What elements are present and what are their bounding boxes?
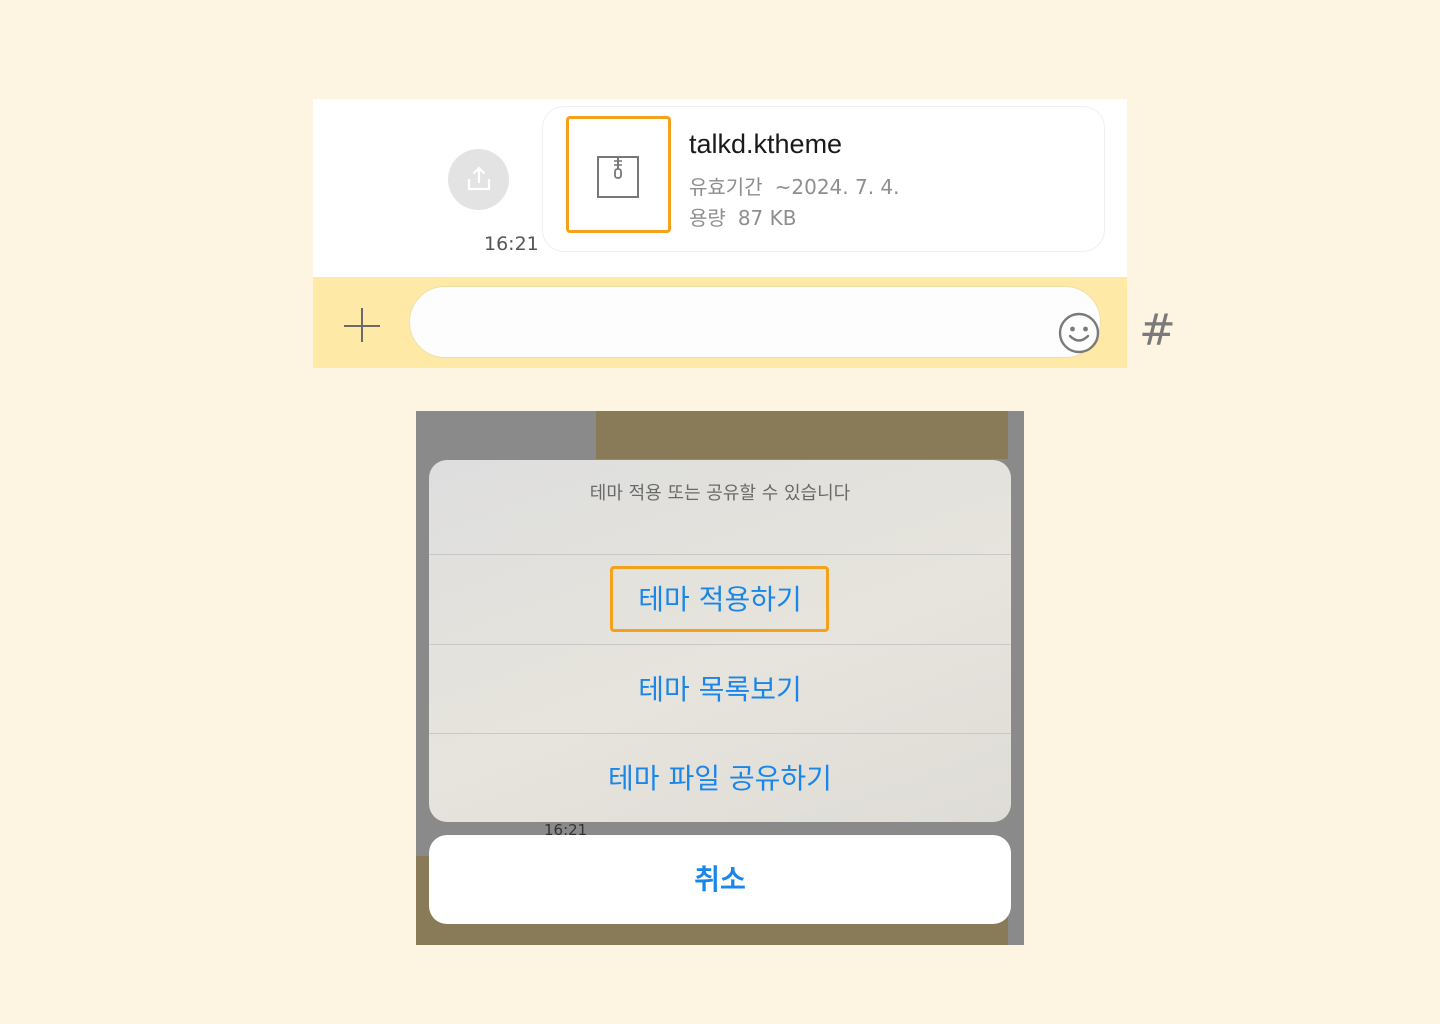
chat-panel: 16:21 talkd.ktheme 유효기간 ~2024. 7. 4. 용량 87… (313, 99, 1176, 368)
file-message-bubble[interactable]: talkd.ktheme 유효기간 ~2024. 7. 4. 용량 87 KB (542, 106, 1105, 252)
file-thumbnail[interactable] (566, 116, 671, 233)
file-size-value: 87 KB (737, 206, 797, 230)
message-input-bar: # (313, 277, 1176, 368)
action-sheet: 테마 적용 또는 공유할 수 있습니다 테마 적용하기 테마 목록보기 테마 파… (429, 460, 1011, 822)
file-name: talkd.ktheme (689, 129, 843, 159)
message-input[interactable]: # (409, 286, 1176, 358)
theme-list-button[interactable]: 테마 목록보기 (429, 644, 1011, 734)
action-sheet-title: 테마 적용 또는 공유할 수 있습니다 (589, 483, 851, 504)
emoji-icon[interactable] (1057, 311, 1101, 355)
action-sheet-screen: 16:21 테마 적용 또는 공유할 수 있습니다 테마 적용하기 테마 목록보… (416, 411, 1024, 945)
file-expiry-label: 유효기간 (689, 175, 763, 199)
hashtag-button[interactable]: # (1139, 303, 1176, 359)
highlight-box (610, 566, 829, 632)
background-chat-bubble (596, 411, 1008, 459)
share-button[interactable] (448, 149, 509, 210)
share-theme-file-label: 테마 파일 공유하기 (608, 762, 832, 795)
share-upload-icon (467, 166, 491, 191)
zip-file-icon (597, 156, 639, 198)
cancel-button[interactable]: 취소 (429, 835, 1011, 924)
message-timestamp: 16:21 (484, 233, 539, 255)
share-theme-file-button[interactable]: 테마 파일 공유하기 (429, 733, 1011, 822)
apply-theme-button[interactable]: 테마 적용하기 (429, 554, 1011, 644)
theme-list-label: 테마 목록보기 (638, 673, 802, 706)
file-expiry-value: ~2024. 7. 4. (774, 175, 900, 199)
file-size-label: 용량 (689, 206, 726, 230)
plus-icon[interactable] (342, 306, 382, 346)
chat-message-area: 16:21 talkd.ktheme 유효기간 ~2024. 7. 4. 용량 87… (313, 99, 1127, 277)
file-expiry: 유효기간 ~2024. 7. 4. (689, 171, 900, 200)
file-size: 용량 87 KB (689, 202, 796, 231)
